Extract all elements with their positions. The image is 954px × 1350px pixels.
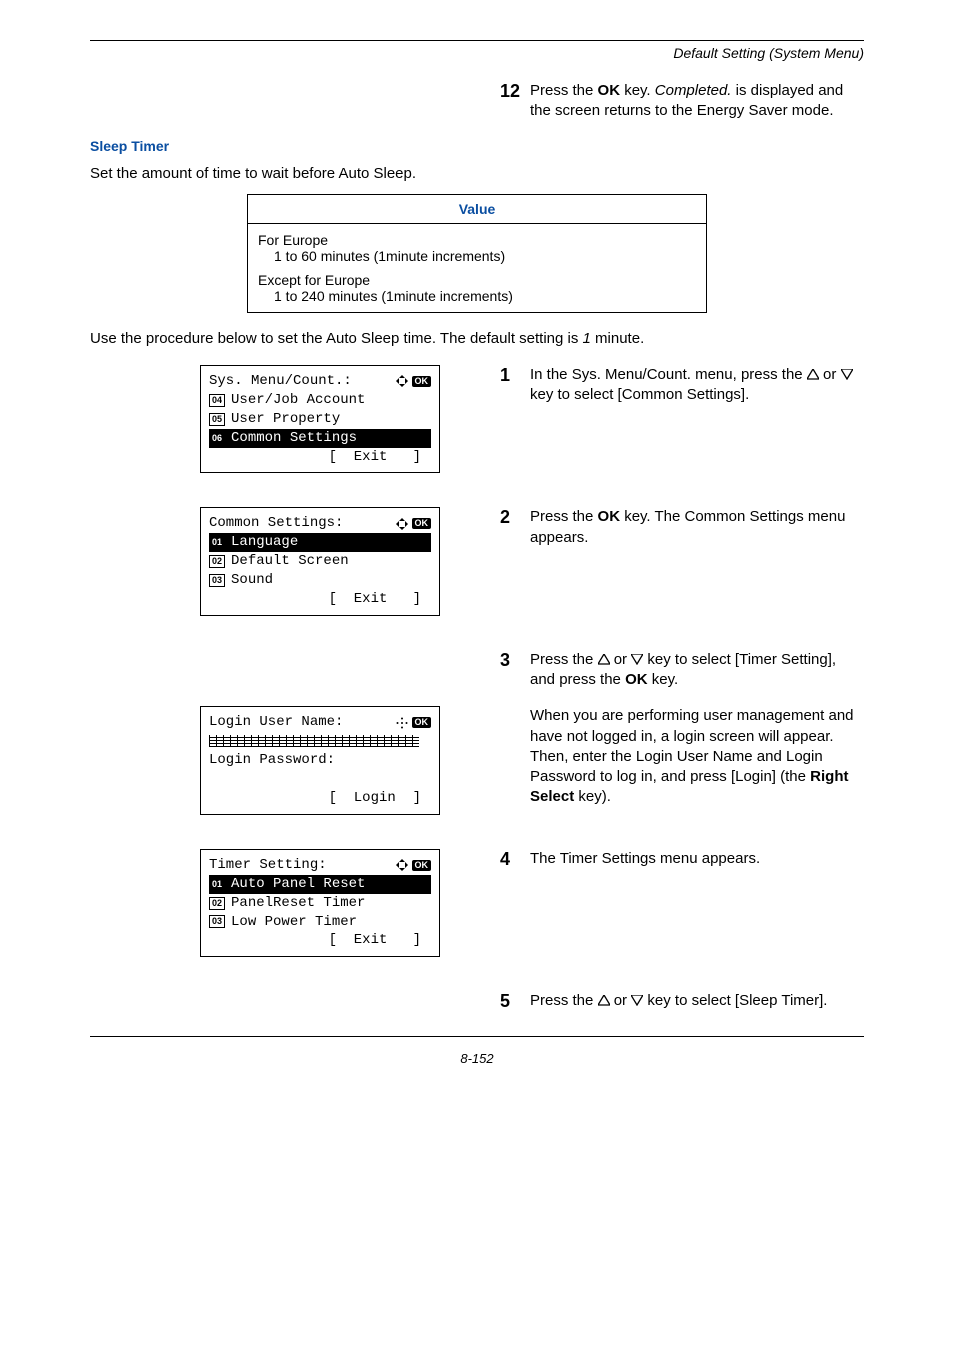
step-1-number: 1	[500, 365, 530, 406]
step-3-number: 3	[500, 650, 530, 691]
step-5-number: 5	[500, 991, 530, 1012]
up-arrow-icon	[807, 369, 819, 380]
lcd-title: Timer Setting:	[209, 856, 327, 875]
value-table: Value For Europe 1 to 60 minutes (1minut…	[247, 194, 707, 313]
down-arrow-icon	[631, 995, 643, 1006]
footer-rule	[90, 1036, 864, 1037]
lcd-common-settings: Common Settings: OK 01Language 02Default…	[200, 507, 440, 615]
step-1-text: In the Sys. Menu/Count. menu, press the …	[530, 365, 864, 406]
lcd-sys-menu: Sys. Menu/Count.: OK 04User/Job Account …	[200, 365, 440, 473]
step-4-number: 4	[500, 849, 530, 870]
section-title-sleep-timer: Sleep Timer	[90, 138, 864, 154]
lcd-title: Sys. Menu/Count.:	[209, 372, 352, 391]
step-3-text: Press the or key to select [Timer Settin…	[530, 650, 864, 691]
login-user-name-field	[209, 735, 419, 747]
lcd-timer-setting: Timer Setting: OK 01Auto Panel Reset 02P…	[200, 849, 440, 957]
lcd-title: Login User Name:	[209, 713, 343, 732]
dpad-icon	[396, 375, 408, 387]
step-4: 4 The Timer Settings menu appears.	[500, 849, 864, 870]
dpad-dots-icon	[396, 717, 408, 729]
running-header: Default Setting (System Menu)	[90, 45, 864, 61]
step-12: 12 Press the OK key. Completed. is displ…	[500, 81, 864, 122]
step-2-text: Press the OK key. The Common Settings me…	[530, 507, 864, 548]
header-rule	[90, 40, 864, 41]
ok-icon: OK	[412, 717, 432, 728]
step-4-text: The Timer Settings menu appears.	[530, 849, 760, 870]
step-5: 5 Press the or key to select [Sleep Time…	[500, 991, 864, 1012]
ok-icon: OK	[412, 860, 432, 871]
step-3: 3 Press the or key to select [Timer Sett…	[500, 650, 864, 691]
dpad-icon	[396, 518, 408, 530]
procedure-intro: Use the procedure below to set the Auto …	[90, 329, 864, 349]
value-table-cell: For Europe 1 to 60 minutes (1minute incr…	[248, 223, 707, 312]
dpad-icon	[396, 859, 408, 871]
step-1: 1 In the Sys. Menu/Count. menu, press th…	[500, 365, 864, 406]
value-table-header: Value	[248, 194, 707, 223]
down-arrow-icon	[841, 369, 853, 380]
step-12-number: 12	[500, 81, 530, 122]
up-arrow-icon	[598, 995, 610, 1006]
lcd-title: Common Settings:	[209, 514, 343, 533]
up-arrow-icon	[598, 654, 610, 665]
section-intro: Set the amount of time to wait before Au…	[90, 164, 864, 184]
ok-icon: OK	[412, 518, 432, 529]
page-number: 8-152	[90, 1045, 864, 1066]
ok-icon: OK	[412, 376, 432, 387]
step-5-text: Press the or key to select [Sleep Timer]…	[530, 991, 827, 1012]
step-12-text: Press the OK key. Completed. is displaye…	[530, 81, 864, 122]
lcd-login: Login User Name: OK Login Password: [ Lo…	[200, 706, 440, 814]
step-3-note: When you are performing user management …	[530, 706, 864, 807]
down-arrow-icon	[631, 654, 643, 665]
step-2-number: 2	[500, 507, 530, 548]
step-2: 2 Press the OK key. The Common Settings …	[500, 507, 864, 548]
